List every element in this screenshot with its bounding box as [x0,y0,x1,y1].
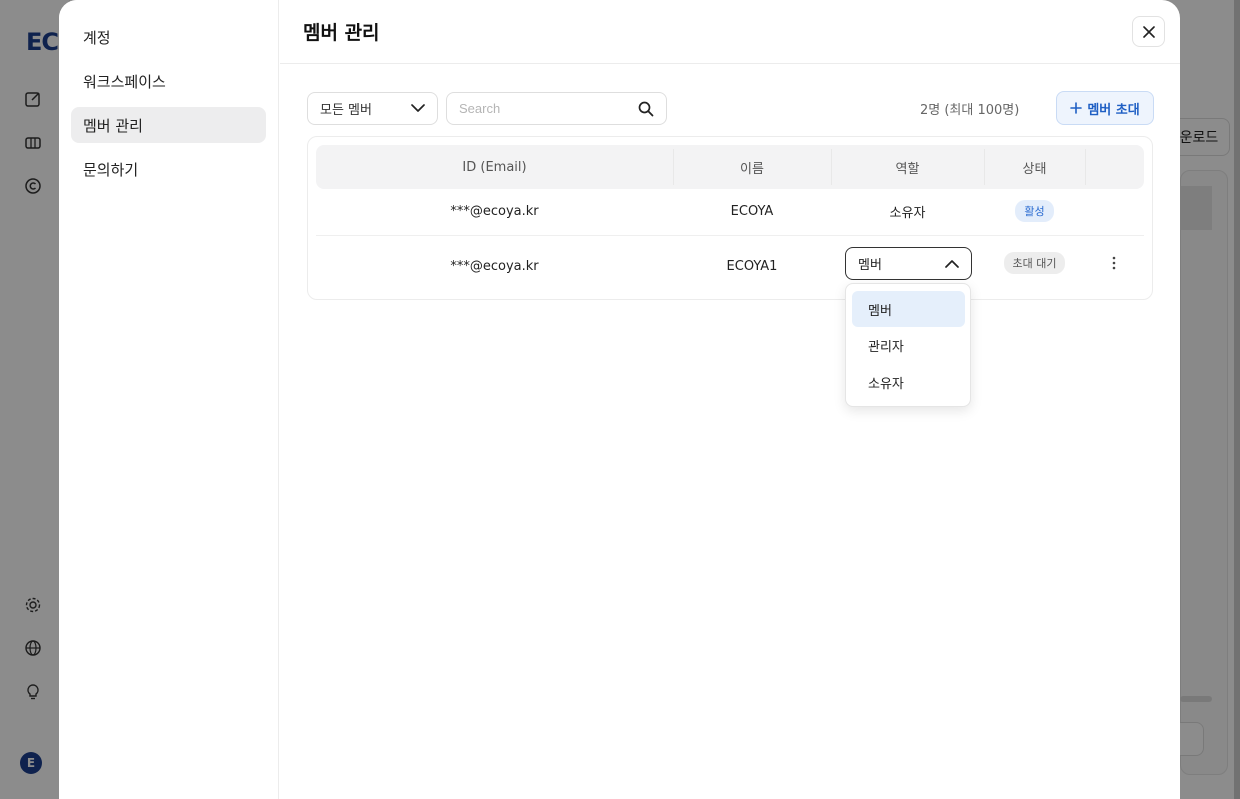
column-header-status: 상태 [1022,161,1047,177]
row-2-role-select[interactable]: 멤버 [845,247,972,280]
row-2-status: 초대 대기 [984,243,1085,283]
member-table: ID (Email) 이름 역할 상태 ***@ecoya.kr ECOYA 소… [307,136,1153,300]
role-dropdown-menu: 멤버 관리자 소유자 [845,283,971,407]
status-badge: 초대 대기 [1003,252,1066,274]
chevron-up-icon [945,260,959,268]
settings-sidebar: 계정 워크스페이스 멤버 관리 문의하기 [59,0,279,799]
plus-icon [1070,102,1083,114]
search-input[interactable] [459,101,629,116]
role-option-admin[interactable]: 관리자 [852,327,965,363]
row-2-more-button[interactable] [1104,252,1124,274]
search-icon[interactable] [638,101,654,117]
table-header: ID (Email) 이름 역할 상태 [316,145,1144,189]
member-filter-value: 모든 멤버 [320,103,372,118]
row-2-email: ***@ecoya.kr [450,258,539,274]
sidebar-item-account[interactable]: 계정 [71,19,266,55]
settings-content: 멤버 관리 모든 멤버 2명 (최대 100명) 멤버 초대 ID (Email… [280,0,1180,799]
row-divider [316,235,1144,236]
row-2-name: ECOYA1 [726,258,778,274]
status-badge: 활성 [1015,200,1054,222]
member-filter-select[interactable]: 모든 멤버 [307,92,438,125]
sidebar-item-contact[interactable]: 문의하기 [71,151,266,187]
member-count: 2명 (최대 100명) [920,103,1020,118]
row-1-status: 활성 [984,191,1085,231]
settings-modal: 계정 워크스페이스 멤버 관리 문의하기 멤버 관리 모든 멤버 2명 (최대 … [59,0,1180,799]
invite-member-button[interactable]: 멤버 초대 [1056,91,1154,125]
row-1-email: ***@ecoya.kr [450,203,539,219]
row-1-name: ECOYA [730,203,774,219]
search-box [446,92,667,125]
row-1-role: 소유자 [889,205,926,221]
column-header-email: ID (Email) [462,159,527,175]
role-select-value: 멤버 [858,258,882,273]
more-vertical-icon [1112,256,1116,270]
role-option-owner[interactable]: 소유자 [852,364,965,400]
sidebar-item-workspace[interactable]: 워크스페이스 [71,63,266,99]
role-option-member[interactable]: 멤버 [852,291,965,327]
column-header-role: 역할 [895,161,920,177]
chevron-down-icon [411,104,425,112]
sidebar-item-member-management[interactable]: 멤버 관리 [71,107,266,143]
column-divider [1085,149,1086,185]
header-divider [280,63,1180,64]
close-button[interactable] [1132,16,1165,47]
close-icon [1142,25,1155,38]
column-header-name: 이름 [740,161,764,177]
page-title: 멤버 관리 [303,22,380,44]
invite-member-label: 멤버 초대 [1087,102,1140,118]
